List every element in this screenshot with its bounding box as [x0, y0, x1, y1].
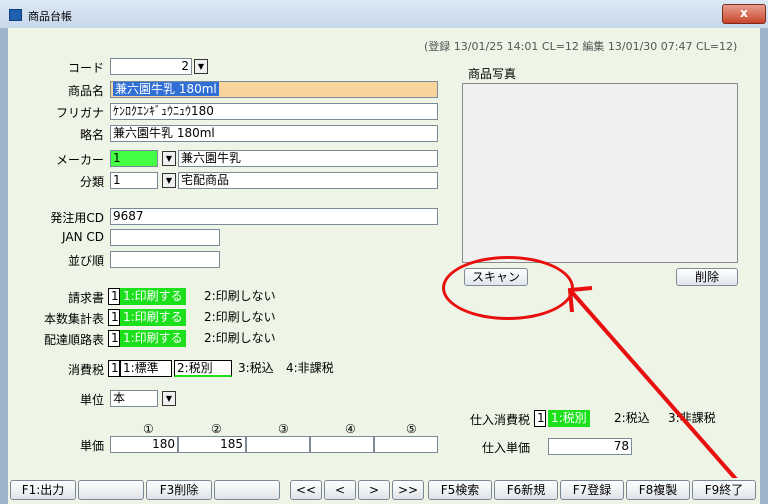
price-header-4: ④ [345, 422, 356, 436]
app-icon [9, 9, 22, 21]
chevron-down-icon: ▼ [165, 394, 173, 403]
product-name-value: 兼六園牛乳 180ml [113, 82, 219, 96]
category-code-field[interactable]: 1 [110, 172, 158, 189]
chevron-down-icon: ▼ [197, 62, 205, 71]
last-record-button[interactable]: >> [392, 480, 424, 500]
prev-record-button[interactable]: < [324, 480, 356, 500]
jan-cd-label: JAN CD [62, 230, 104, 244]
price-label: 単価 [79, 439, 104, 453]
code-dropdown[interactable]: ▼ [194, 59, 208, 74]
first-record-button[interactable]: << [290, 480, 322, 500]
count-summary-noprint-option[interactable]: 2:印刷しない [204, 309, 276, 326]
purchase-tax-code[interactable]: 1 [534, 410, 546, 427]
short-name-field[interactable]: 兼六園牛乳 180ml [110, 125, 438, 142]
maker-label: メーカー [55, 153, 104, 167]
order-cd-label: 発注用CD [50, 211, 104, 225]
tax-code[interactable]: 1 [108, 360, 120, 377]
invoice-code[interactable]: 1 [108, 288, 120, 305]
sort-order-field[interactable] [110, 251, 220, 268]
f4-empty-button[interactable] [214, 480, 280, 500]
category-name-field: 宅配商品 [178, 172, 438, 189]
chevron-down-icon: ▼ [165, 176, 173, 185]
price-field-4[interactable] [310, 436, 374, 453]
delivery-route-label: 配達順路表 [43, 333, 104, 347]
count-summary-label: 本数集計表 [43, 312, 104, 326]
furigana-field[interactable]: ｹﾝﾛｸｴﾝｷﾞｭｳﾆｭｳ180 [110, 103, 438, 120]
product-form: (登録 13/01/25 14:01 CL=12 編集 13/01/30 07:… [8, 28, 760, 504]
price-field-2[interactable]: 185 [178, 436, 246, 453]
price-header-2: ② [211, 422, 222, 436]
price-field-3[interactable] [246, 436, 310, 453]
next-record-button[interactable]: > [358, 480, 390, 500]
category-label: 分類 [79, 175, 104, 189]
f8-duplicate-button[interactable]: F8複製 [626, 480, 690, 500]
delivery-route-print-option[interactable]: 1:印刷する [120, 330, 186, 347]
category-dropdown[interactable]: ▼ [162, 173, 176, 188]
code-label: コード [67, 61, 104, 75]
unit-dropdown[interactable]: ▼ [162, 391, 176, 406]
jan-cd-field[interactable] [110, 229, 220, 246]
unit-field[interactable]: 本 [110, 390, 158, 407]
photo-label: 商品写真 [468, 67, 517, 81]
f3-delete-button[interactable]: F3削除 [146, 480, 212, 500]
chevron-down-icon: ▼ [165, 154, 173, 163]
short-name-label: 略名 [79, 128, 104, 142]
order-cd-field[interactable]: 9687 [110, 208, 438, 225]
code-field[interactable]: 2 [110, 58, 192, 75]
product-name-label: 商品名 [67, 84, 104, 98]
tax-option-included[interactable]: 3:税込 [238, 360, 274, 377]
maker-name-field: 兼六園牛乳 [178, 150, 438, 167]
price-field-5[interactable] [374, 436, 438, 453]
close-button[interactable]: x [722, 4, 766, 24]
record-status: (登録 13/01/25 14:01 CL=12 編集 13/01/30 07:… [424, 40, 738, 53]
invoice-print-option[interactable]: 1:印刷する [120, 288, 186, 305]
f5-search-button[interactable]: F5検索 [428, 480, 492, 500]
annotation-arrow-icon [567, 286, 758, 504]
purchase-price-label: 仕入単価 [481, 441, 530, 455]
count-summary-code[interactable]: 1 [108, 309, 120, 326]
tax-label: 消費税 [67, 363, 104, 377]
tax-option-exempt[interactable]: 4:非課税 [286, 360, 334, 377]
price-field-1[interactable]: 180 [110, 436, 178, 453]
product-name-field[interactable]: 兼六園牛乳 180ml [110, 81, 438, 98]
product-photo-area [462, 83, 738, 263]
invoice-noprint-option[interactable]: 2:印刷しない [204, 288, 276, 305]
f6-new-button[interactable]: F6新規 [494, 480, 558, 500]
delivery-route-noprint-option[interactable]: 2:印刷しない [204, 330, 276, 347]
title-bar: 商品台帳 x [0, 0, 768, 28]
invoice-label: 請求書 [67, 291, 104, 305]
window-title: 商品台帳 [28, 10, 72, 23]
maker-dropdown[interactable]: ▼ [162, 151, 176, 166]
furigana-label: フリガナ [55, 106, 104, 120]
count-summary-print-option[interactable]: 1:印刷する [120, 309, 186, 326]
unit-label: 単位 [79, 393, 104, 407]
tax-option-excluded[interactable]: 2:税別 [174, 360, 232, 377]
delivery-route-code[interactable]: 1 [108, 330, 120, 347]
f1-output-button[interactable]: F1:出力 [10, 480, 76, 500]
purchase-tax-label: 仕入消費税 [469, 413, 530, 427]
f7-register-button[interactable]: F7登録 [560, 480, 624, 500]
price-header-1: ① [143, 422, 154, 436]
function-key-bar: F1:出力 F3削除 << < > >> F5検索 F6新規 F7登録 F8複製… [8, 478, 760, 504]
f2-empty-button[interactable] [78, 480, 144, 500]
f9-exit-button[interactable]: F9終了 [692, 480, 756, 500]
app-window: 商品台帳 x (登録 13/01/25 14:01 CL=12 編集 13/01… [0, 0, 768, 504]
price-header-5: ⑤ [406, 422, 417, 436]
tax-option-standard[interactable]: 1:標準 [120, 360, 172, 377]
sort-order-label: 並び順 [67, 254, 104, 268]
maker-code-field[interactable]: 1 [110, 150, 158, 167]
price-header-3: ③ [278, 422, 289, 436]
